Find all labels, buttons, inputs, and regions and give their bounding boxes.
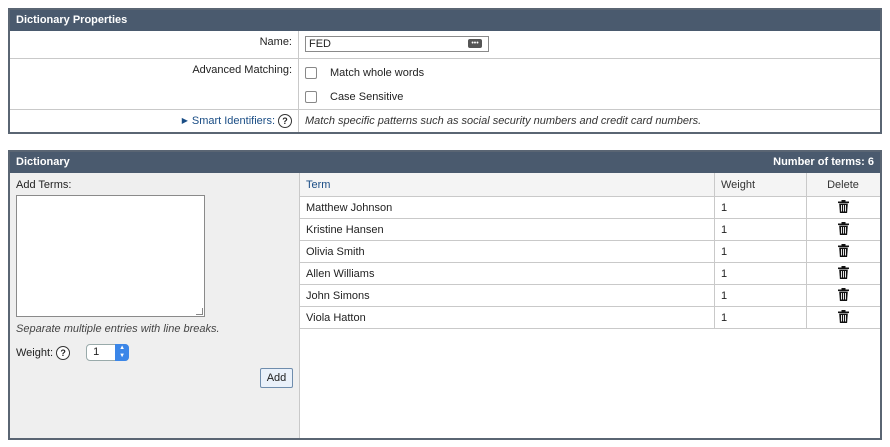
weight-cell: 1 bbox=[714, 218, 807, 241]
trash-icon[interactable] bbox=[838, 243, 849, 260]
smart-identifiers-row: ▶ Smart Identifiers: ? Match specific pa… bbox=[10, 109, 880, 132]
keyboard-icon: ••• bbox=[468, 39, 482, 48]
dictionary-panel: Dictionary Number of terms: 6 Add Terms:… bbox=[8, 150, 882, 440]
delete-cell bbox=[806, 262, 880, 285]
delete-cell bbox=[806, 196, 880, 219]
name-value: FED bbox=[309, 38, 331, 50]
column-header-delete: Delete bbox=[806, 173, 880, 197]
trash-icon[interactable] bbox=[838, 265, 849, 282]
add-terms-textarea[interactable] bbox=[16, 195, 205, 317]
table-row: Viola Hatton 1 bbox=[300, 306, 880, 329]
trash-icon[interactable] bbox=[838, 221, 849, 238]
table-row: Olivia Smith 1 bbox=[300, 240, 880, 263]
table-row: John Simons 1 bbox=[300, 284, 880, 307]
case-sensitive-checkbox[interactable] bbox=[305, 90, 317, 103]
delete-cell bbox=[806, 284, 880, 307]
term-cell: Olivia Smith bbox=[300, 240, 715, 263]
help-icon[interactable]: ? bbox=[56, 345, 71, 360]
weight-cell: 1 bbox=[714, 196, 807, 219]
case-sensitive-option[interactable]: Case Sensitive bbox=[305, 86, 880, 107]
weight-row: Weight: ? 1 ▲ ▼ bbox=[16, 344, 130, 361]
term-cell: Kristine Hansen bbox=[300, 218, 715, 241]
terms-table: Term Weight Delete Matthew Johnson 1 Kri… bbox=[300, 173, 880, 329]
smart-identifiers-toggle[interactable]: ▶ Smart Identifiers: ? bbox=[10, 110, 299, 132]
term-cell: Viola Hatton bbox=[300, 306, 715, 329]
term-count: Number of terms: 6 bbox=[773, 156, 874, 168]
weight-cell: 1 bbox=[714, 306, 807, 329]
help-icon[interactable]: ? bbox=[278, 114, 292, 128]
terms-table-pane: Term Weight Delete Matthew Johnson 1 Kri… bbox=[300, 173, 880, 438]
weight-cell: 1 bbox=[714, 262, 807, 285]
dictionary-header: Dictionary Number of terms: 6 bbox=[10, 152, 880, 173]
name-input[interactable]: FED ••• bbox=[305, 36, 489, 52]
column-header-weight: Weight bbox=[714, 173, 807, 197]
add-terms-pane: Add Terms: Separate multiple entries wit… bbox=[10, 173, 300, 438]
table-row: Allen Williams 1 bbox=[300, 262, 880, 285]
trash-icon[interactable] bbox=[838, 309, 849, 326]
add-terms-hint: Separate multiple entries with line brea… bbox=[16, 323, 220, 335]
properties-title: Dictionary Properties bbox=[16, 14, 128, 26]
case-sensitive-label: Case Sensitive bbox=[330, 90, 404, 103]
advanced-matching-row: Advanced Matching: Match whole words Cas… bbox=[10, 58, 880, 109]
properties-header: Dictionary Properties bbox=[10, 10, 880, 31]
term-cell: Matthew Johnson bbox=[300, 196, 715, 219]
delete-cell bbox=[806, 218, 880, 241]
weight-cell: 1 bbox=[714, 284, 807, 307]
triangle-right-icon: ▶ bbox=[181, 116, 188, 125]
name-row: Name: FED ••• bbox=[10, 31, 880, 58]
weight-label: Weight: bbox=[16, 346, 54, 359]
delete-cell bbox=[806, 240, 880, 263]
smart-identifiers-label: Smart Identifiers: bbox=[191, 115, 275, 127]
add-terms-label: Add Terms: bbox=[16, 179, 72, 191]
table-row: Matthew Johnson 1 bbox=[300, 196, 880, 219]
add-button[interactable]: Add bbox=[260, 368, 293, 388]
match-whole-words-label: Match whole words bbox=[330, 66, 425, 79]
weight-select[interactable]: 1 ▲ ▼ bbox=[86, 344, 130, 361]
weight-cell: 1 bbox=[714, 240, 807, 263]
weight-select-value: 1 bbox=[93, 346, 100, 358]
match-whole-words-option[interactable]: Match whole words bbox=[305, 62, 880, 83]
advanced-matching-label: Advanced Matching: bbox=[10, 59, 299, 109]
column-header-term[interactable]: Term bbox=[300, 173, 715, 197]
delete-cell bbox=[806, 306, 880, 329]
chevron-updown-icon: ▲ ▼ bbox=[115, 344, 130, 361]
smart-identifiers-hint: Match specific patterns such as social s… bbox=[305, 115, 702, 127]
match-whole-words-checkbox[interactable] bbox=[305, 66, 317, 79]
table-row: Kristine Hansen 1 bbox=[300, 218, 880, 241]
trash-icon[interactable] bbox=[838, 199, 849, 216]
dictionary-properties-panel: Dictionary Properties Name: FED ••• Adva… bbox=[8, 8, 882, 134]
trash-icon[interactable] bbox=[838, 287, 849, 304]
name-label: Name: bbox=[10, 31, 299, 58]
term-cell: Allen Williams bbox=[300, 262, 715, 285]
dictionary-title: Dictionary bbox=[16, 156, 70, 168]
term-cell: John Simons bbox=[300, 284, 715, 307]
resize-handle-icon[interactable] bbox=[196, 308, 203, 315]
